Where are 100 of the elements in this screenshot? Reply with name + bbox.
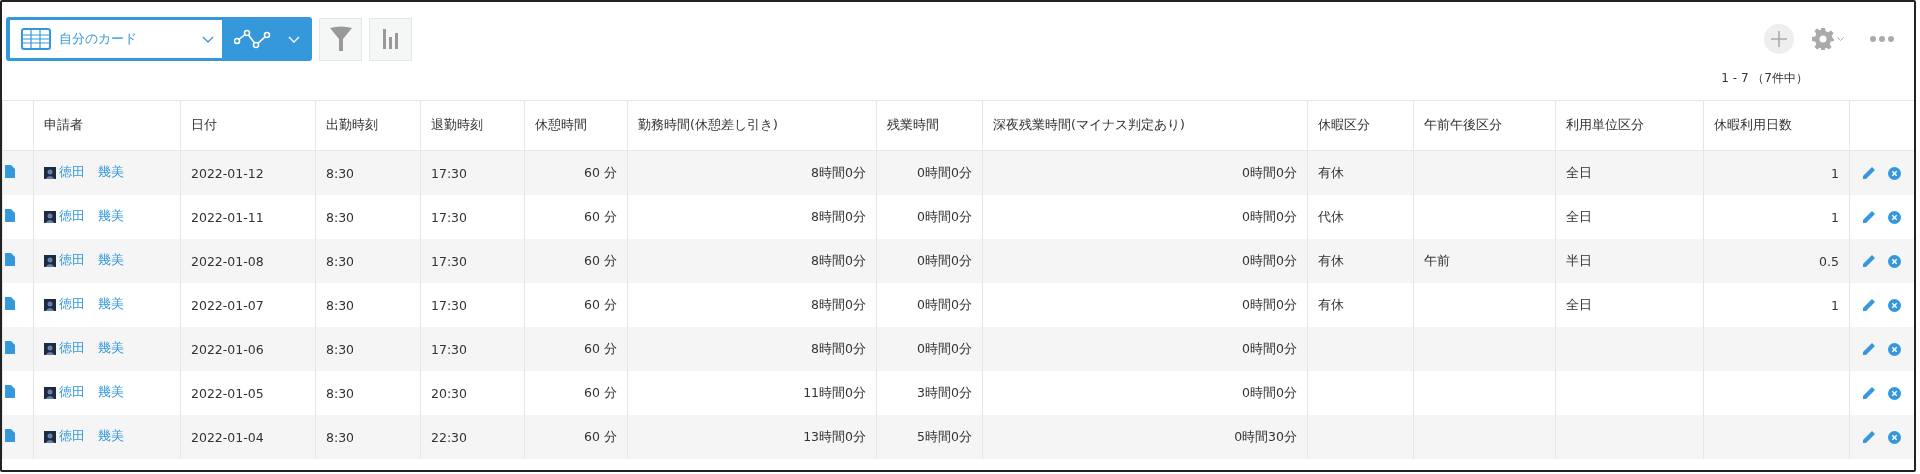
avatar-icon <box>44 386 56 399</box>
table-cell: 60 分 <box>584 428 617 444</box>
table-cell: 全日 <box>1566 208 1592 224</box>
document-icon[interactable] <box>5 429 15 442</box>
plus-icon <box>1771 31 1787 47</box>
delete-button[interactable] <box>1888 386 1901 400</box>
settings-button[interactable] <box>1812 28 1844 50</box>
edit-button[interactable] <box>1862 298 1876 312</box>
table-cell: 2022-01-05 <box>191 385 264 401</box>
document-icon[interactable] <box>5 385 15 398</box>
edit-button[interactable] <box>1862 342 1876 356</box>
chevron-icon <box>202 35 214 43</box>
edit-button[interactable] <box>1862 386 1876 400</box>
add-button[interactable] <box>1764 24 1794 54</box>
column-header[interactable]: 残業時間 <box>876 100 983 151</box>
view-name: 自分のカード <box>59 30 138 48</box>
column-header[interactable]: 利用単位区分 <box>1555 100 1704 151</box>
table-cell: 8:30 <box>326 253 355 269</box>
document-icon[interactable] <box>5 165 15 178</box>
table-cell: 0.5 <box>1819 253 1839 269</box>
filter-button[interactable] <box>319 17 362 61</box>
table-cell: 0時間0分 <box>1242 296 1297 312</box>
table-cell: 17:30 <box>431 341 468 357</box>
more-icon <box>1870 36 1894 42</box>
edit-button[interactable] <box>1862 210 1876 224</box>
table-cell: 22:30 <box>431 429 468 445</box>
avatar-icon <box>44 254 56 267</box>
edit-button[interactable] <box>1862 254 1876 268</box>
table-cell: 8:30 <box>326 297 355 313</box>
delete-button[interactable] <box>1888 430 1901 444</box>
column-header[interactable]: 日付 <box>180 100 316 151</box>
table-cell: 全日 <box>1566 164 1592 180</box>
delete-button[interactable] <box>1888 342 1901 356</box>
table-cell: 20:30 <box>431 385 468 401</box>
close-icon <box>1888 298 1901 312</box>
table-cell: 17:30 <box>431 253 468 269</box>
chevron-icon <box>1837 37 1844 41</box>
avatar-icon <box>44 166 56 179</box>
table-cell: 8時間0分 <box>811 208 866 224</box>
more-button[interactable] <box>1870 36 1894 42</box>
close-icon <box>1888 166 1901 180</box>
table-cell: 60 分 <box>584 252 617 268</box>
table-cell: 13時間0分 <box>803 428 866 444</box>
document-icon[interactable] <box>5 341 15 354</box>
document-icon[interactable] <box>5 297 15 310</box>
bar-chart-icon <box>382 29 399 49</box>
column-header[interactable]: 退勤時刻 <box>420 100 525 151</box>
table-cell: 17:30 <box>431 297 468 313</box>
delete-button[interactable] <box>1888 166 1901 180</box>
table-cell: 8:30 <box>326 341 355 357</box>
avatar-icon <box>44 430 56 443</box>
edit-button[interactable] <box>1862 166 1876 180</box>
table-cell: 0時間0分 <box>1242 340 1297 356</box>
pencil-icon <box>1862 342 1876 356</box>
close-icon <box>1888 386 1901 400</box>
close-icon <box>1888 430 1901 444</box>
document-icon[interactable] <box>5 253 15 266</box>
column-header[interactable]: 休憩時間 <box>524 100 628 151</box>
close-icon <box>1888 342 1901 356</box>
table-cell: 午前 <box>1424 252 1450 268</box>
delete-button[interactable] <box>1888 298 1901 312</box>
chevron-icon <box>288 35 300 43</box>
table-cell: 0時間0分 <box>917 340 972 356</box>
column-header[interactable]: 深夜残業時間(マイナス判定あり) <box>982 100 1308 151</box>
table-cell: 8時間0分 <box>811 296 866 312</box>
table-cell: 60 分 <box>584 296 617 312</box>
pencil-icon <box>1862 386 1876 400</box>
table-cell: 代休 <box>1318 208 1344 224</box>
table-cell: 8:30 <box>326 385 355 401</box>
delete-button[interactable] <box>1888 254 1901 268</box>
table-cell: 0時間0分 <box>1242 252 1297 268</box>
graph-button[interactable] <box>369 17 412 61</box>
table-cell: 8:30 <box>326 209 355 225</box>
table-cell: 60 分 <box>584 164 617 180</box>
table-cell: 0時間0分 <box>917 252 972 268</box>
table-cell: 有休 <box>1318 296 1344 312</box>
avatar-icon <box>44 210 56 223</box>
column-header[interactable]: 申請者 <box>33 100 181 151</box>
column-header[interactable]: 休暇区分 <box>1307 100 1414 151</box>
edit-button[interactable] <box>1862 430 1876 444</box>
column-header[interactable]: 出勤時刻 <box>315 100 421 151</box>
delete-button[interactable] <box>1888 210 1901 224</box>
table-cell: 2022-01-07 <box>191 297 264 313</box>
table-cell: 0時間0分 <box>917 208 972 224</box>
column-header[interactable]: 休暇利用日数 <box>1703 100 1850 151</box>
table-cell: 0時間0分 <box>1242 384 1297 400</box>
table-icon <box>21 28 51 50</box>
column-header[interactable]: 勤務時間(休憩差し引き) <box>627 100 877 151</box>
funnel-icon <box>328 26 353 52</box>
table-cell: 11時間0分 <box>803 384 866 400</box>
column-header[interactable]: 午前午後区分 <box>1413 100 1556 151</box>
table-cell: 8:30 <box>326 165 355 181</box>
table-cell: 2022-01-08 <box>191 253 264 269</box>
table-cell: 有休 <box>1318 164 1344 180</box>
document-icon[interactable] <box>5 209 15 222</box>
table-cell: 5時間0分 <box>917 428 972 444</box>
table-cell: 0時間0分 <box>1242 208 1297 224</box>
pencil-icon <box>1862 430 1876 444</box>
table-cell: 2022-01-12 <box>191 165 264 181</box>
table-cell: 60 分 <box>584 384 617 400</box>
